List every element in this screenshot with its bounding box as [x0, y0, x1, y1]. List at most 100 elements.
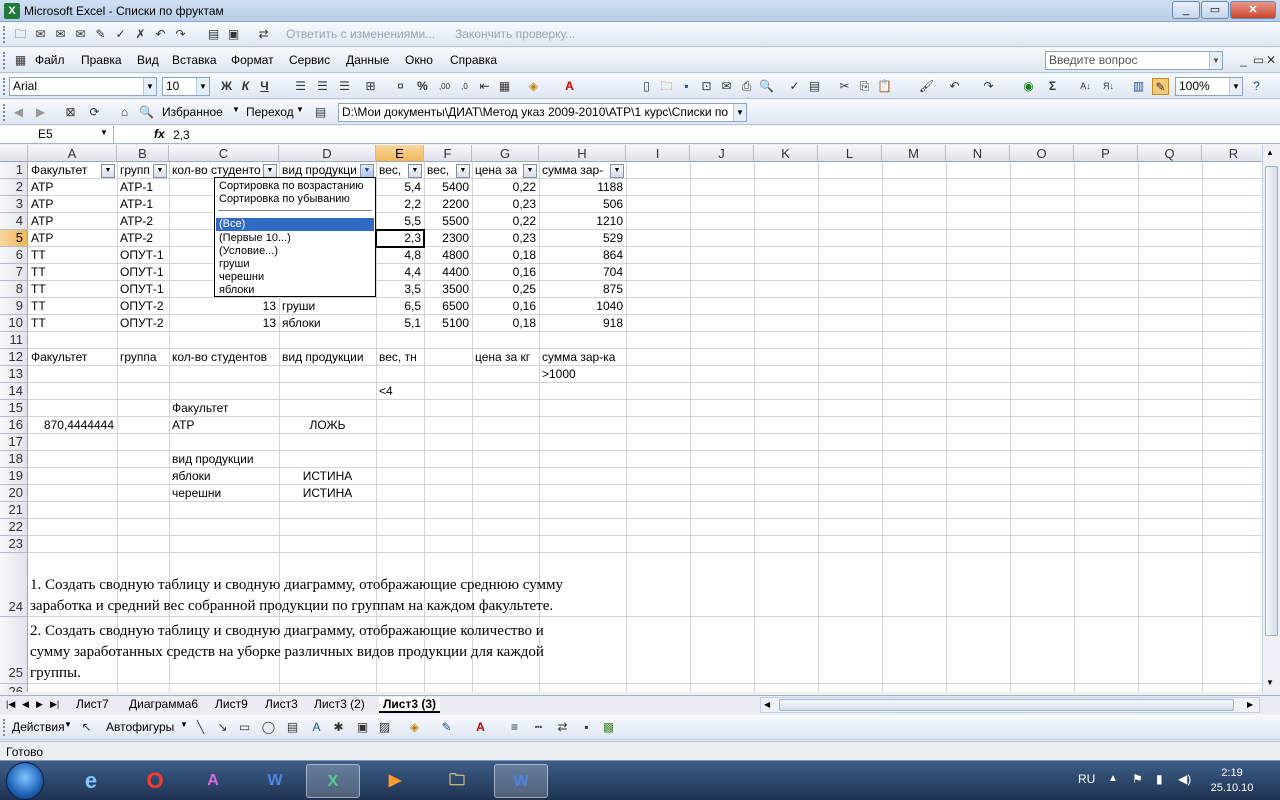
- increase-decimal-icon[interactable]: ,00: [436, 78, 453, 95]
- cell-c20[interactable]: черешни: [169, 485, 279, 502]
- toolbar-grip[interactable]: [3, 104, 6, 121]
- cell[interactable]: 3500: [424, 281, 472, 298]
- chevron-down-icon[interactable]: ▼: [143, 78, 156, 95]
- row-header[interactable]: 13: [0, 366, 28, 383]
- cell[interactable]: АТР-1: [117, 196, 169, 213]
- cell[interactable]: АТР: [28, 230, 117, 247]
- task-2-line-1[interactable]: 2. Создать сводную таблицу и сводную диа…: [30, 621, 544, 642]
- sheet-tab[interactable]: Лист3: [261, 697, 302, 713]
- formula-input[interactable]: 2,3: [173, 128, 190, 142]
- cell[interactable]: АТР-2: [117, 213, 169, 230]
- share-icon[interactable]: ⇄: [255, 26, 272, 43]
- chevron-down-icon[interactable]: ▼: [733, 104, 746, 121]
- cell[interactable]: 0,16: [472, 264, 539, 281]
- cell[interactable]: 5,5: [376, 213, 424, 230]
- cell[interactable]: 0,25: [472, 281, 539, 298]
- autoshapes-menu[interactable]: Автофигуры: [106, 720, 174, 734]
- cell[interactable]: 0,16: [472, 298, 539, 315]
- sort-ascending-icon[interactable]: A↓: [1077, 78, 1094, 95]
- vertical-scrollbar[interactable]: ▲ ▼: [1262, 145, 1280, 692]
- cell-a1[interactable]: Факультет: [28, 162, 102, 179]
- cell[interactable]: 6,5: [376, 298, 424, 315]
- volume-icon[interactable]: ◀): [1178, 772, 1191, 786]
- menu-file[interactable]: Файл: [35, 53, 65, 67]
- currency-icon[interactable]: ¤: [392, 78, 409, 95]
- cell-c15[interactable]: Факультет: [169, 400, 279, 417]
- chevron-down-icon[interactable]: ▼: [196, 78, 209, 95]
- scroll-left-icon[interactable]: ◀: [764, 700, 770, 709]
- excel-icon[interactable]: X: [306, 764, 360, 798]
- print-icon[interactable]: ⎙: [738, 78, 755, 95]
- doc-close-icon[interactable]: ✕: [1264, 52, 1278, 69]
- refresh-icon[interactable]: ⟳: [86, 104, 103, 121]
- reply-with-changes-button[interactable]: Ответить с изменениями...: [286, 27, 435, 41]
- reject-icon[interactable]: ✗: [132, 26, 149, 43]
- row-header[interactable]: 19: [0, 468, 28, 485]
- cell-c18[interactable]: вид продукции: [169, 451, 279, 468]
- column-header[interactable]: B: [117, 145, 169, 162]
- comment-icon[interactable]: ▤: [205, 26, 222, 43]
- accept-icon[interactable]: ✓: [112, 26, 129, 43]
- action-center-flag-icon[interactable]: ⚑: [1132, 772, 1143, 786]
- cell[interactable]: 5100: [424, 315, 472, 332]
- cut-icon[interactable]: ✂: [836, 78, 853, 95]
- chevron-down-icon[interactable]: ▼: [64, 720, 72, 729]
- cell[interactable]: 1188: [539, 179, 626, 196]
- column-header[interactable]: F: [424, 145, 472, 162]
- cell-d20[interactable]: ИСТИНА: [279, 485, 376, 502]
- column-header[interactable]: J: [690, 145, 754, 162]
- cell[interactable]: 5400: [424, 179, 472, 196]
- column-header[interactable]: D: [279, 145, 376, 162]
- autofilter-list[interactable]: Сортировка по возрастанию Сортировка по …: [214, 177, 376, 297]
- cell[interactable]: 506: [539, 196, 626, 213]
- tray-expand-icon[interactable]: ▲: [1108, 773, 1118, 784]
- last-sheet-icon[interactable]: ▶|: [50, 699, 59, 710]
- rectangle-icon[interactable]: ▭: [236, 719, 253, 736]
- cell-c16[interactable]: АТР: [169, 417, 279, 434]
- cell[interactable]: АТР: [28, 196, 117, 213]
- task-1-line-2[interactable]: заработка и средний вес собранной продук…: [30, 596, 553, 617]
- task-1-line-1[interactable]: 1. Создать сводную таблицу и сводную диа…: [30, 575, 563, 596]
- clock[interactable]: 2:19 25.10.10: [1202, 766, 1262, 796]
- address-combo[interactable]: D:\Мои документы\ДИАТ\Метод указ 2009-20…: [338, 103, 747, 122]
- picture-icon[interactable]: ▨: [376, 719, 393, 736]
- cell[interactable]: 0,18: [472, 247, 539, 264]
- excel-app-icon[interactable]: X: [4, 3, 20, 19]
- menu-window[interactable]: Окно: [405, 53, 433, 67]
- column-header[interactable]: G: [472, 145, 539, 162]
- select-objects-icon[interactable]: ↖: [78, 719, 95, 736]
- cell[interactable]: АТР: [28, 179, 117, 196]
- sheet-tab[interactable]: Диаграмма6: [125, 697, 202, 713]
- cell-f1[interactable]: вес,: [424, 162, 457, 179]
- cell[interactable]: 0,18: [472, 315, 539, 332]
- row-header[interactable]: 1: [0, 162, 28, 179]
- cell[interactable]: 4,8: [376, 247, 424, 264]
- search-icon[interactable]: 🔍: [138, 104, 155, 121]
- first-sheet-icon[interactable]: |◀: [6, 699, 15, 710]
- autofilter-dropdown-icon[interactable]: ▼: [456, 164, 470, 178]
- sheet-icon[interactable]: ▦: [12, 52, 29, 69]
- row-header[interactable]: 25: [0, 617, 28, 684]
- actions-menu[interactable]: Действия: [12, 720, 65, 734]
- row-header[interactable]: 20: [0, 485, 28, 502]
- stop-icon[interactable]: ⊠: [62, 104, 79, 121]
- send-icon[interactable]: ✉: [52, 26, 69, 43]
- cell-g12[interactable]: цена за кг: [472, 349, 539, 366]
- column-header[interactable]: L: [818, 145, 882, 162]
- filter-value-option[interactable]: груши: [219, 258, 249, 271]
- line-icon[interactable]: ╲: [192, 719, 209, 736]
- column-header[interactable]: E: [376, 145, 424, 162]
- cell[interactable]: АТР-1: [117, 179, 169, 196]
- forward-icon[interactable]: ▶: [32, 104, 49, 121]
- fill-color-icon[interactable]: ◈: [406, 719, 423, 736]
- autosum-icon[interactable]: Σ: [1044, 78, 1061, 95]
- line-color-icon[interactable]: ✎: [438, 719, 455, 736]
- filter-all-option[interactable]: (Все): [216, 218, 374, 231]
- bold-button[interactable]: Ж: [218, 78, 235, 95]
- outdent-icon[interactable]: ⇤: [476, 78, 493, 95]
- column-header[interactable]: Q: [1138, 145, 1202, 162]
- row-header[interactable]: 7: [0, 264, 28, 281]
- column-header[interactable]: I: [626, 145, 690, 162]
- spreadsheet-grid[interactable]: A B C D E F G H I J K L M N O P Q R 1 2 …: [0, 145, 1262, 692]
- cell[interactable]: 4800: [424, 247, 472, 264]
